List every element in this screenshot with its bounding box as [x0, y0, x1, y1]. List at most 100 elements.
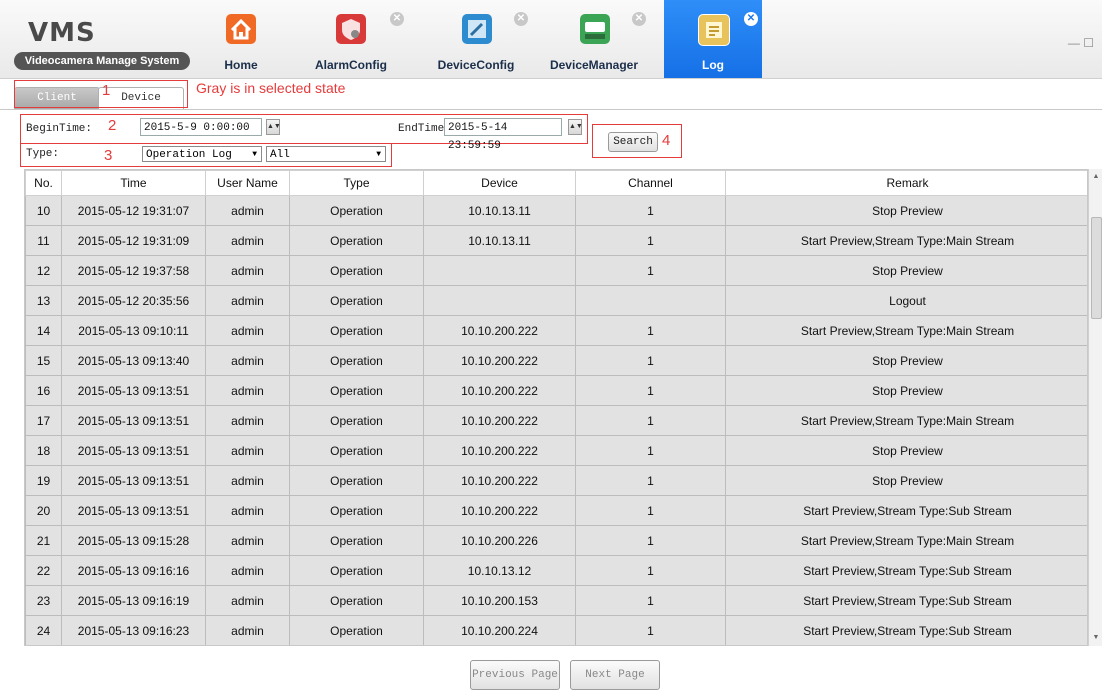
app-logo: VMS Videocamera Manage System	[8, 8, 190, 70]
scroll-down-icon[interactable]: ▼	[1089, 632, 1102, 644]
close-icon[interactable]: ✕	[632, 12, 646, 26]
cell-type: Operation	[289, 315, 424, 346]
cell-type: Operation	[289, 615, 424, 645]
cell-device: 10.10.200.224	[423, 615, 576, 645]
cell-user-name: admin	[205, 255, 290, 286]
cell-channel: 1	[575, 435, 726, 466]
cell-time: 2015-05-13 09:10:11	[61, 315, 206, 346]
column-header-user-name[interactable]: User Name	[205, 170, 290, 196]
log-icon	[698, 14, 730, 46]
tab-alarmconfig[interactable]: ✕ AlarmConfig	[296, 0, 406, 78]
tab-devicemanager[interactable]: ✕ DeviceManager	[536, 0, 652, 78]
tab-log[interactable]: ✕ Log	[664, 0, 762, 78]
maximize-icon[interactable]: ☐	[1083, 36, 1094, 50]
sub-type-select[interactable]: All ▼	[266, 146, 386, 162]
cell-no: 18	[25, 435, 62, 466]
close-icon[interactable]: ✕	[390, 12, 404, 26]
column-header-type[interactable]: Type	[289, 170, 424, 196]
cell-remark: Start Preview,Stream Type:Main Stream	[725, 315, 1087, 346]
cell-time: 2015-05-13 09:13:51	[61, 375, 206, 406]
next-page-button[interactable]: Next Page	[570, 660, 660, 690]
alarm-shield-icon	[336, 14, 366, 44]
cell-user-name: admin	[205, 225, 290, 256]
cell-channel: 1	[575, 255, 726, 286]
table-row[interactable]: 20 2015-05-13 09:13:51 admin Operation 10.10…	[25, 495, 1087, 526]
table-row[interactable]: 11 2015-05-12 19:31:09 admin Operation 10.10…	[25, 225, 1087, 256]
cell-user-name: admin	[205, 405, 290, 436]
begin-time-input[interactable]: 2015-5-9 0:00:00	[140, 118, 262, 136]
table-row[interactable]: 24 2015-05-13 09:16:23 admin Operation 10.10…	[25, 615, 1087, 645]
table-row[interactable]: 21 2015-05-13 09:15:28 admin Operation 10.10…	[25, 525, 1087, 556]
scrollbar-thumb[interactable]	[1091, 217, 1102, 319]
type-select[interactable]: Operation Log ▼	[142, 146, 262, 162]
table-row[interactable]: 17 2015-05-13 09:13:51 admin Operation 10.10…	[25, 405, 1087, 436]
column-header-device[interactable]: Device	[423, 170, 576, 196]
tab-deviceconfig[interactable]: ✕ DeviceConfig	[424, 0, 528, 78]
table-row[interactable]: 12 2015-05-12 19:37:58 admin Operation 1 Stop…	[25, 255, 1087, 286]
column-header-no[interactable]: No.	[25, 170, 62, 196]
tab-label: AlarmConfig	[315, 58, 387, 72]
type-label: Type:	[26, 148, 60, 160]
table-row[interactable]: 18 2015-05-13 09:13:51 admin Operation 10.10…	[25, 435, 1087, 466]
cell-remark: Start Preview,Stream Type:Main Stream	[725, 525, 1087, 556]
table-row[interactable]: 23 2015-05-13 09:16:19 admin Operation 10.10…	[25, 585, 1087, 616]
cell-user-name: admin	[205, 315, 290, 346]
previous-page-button[interactable]: Previous Page	[470, 660, 560, 690]
cell-device: 10.10.13.12	[423, 555, 576, 586]
table-row[interactable]: 10 2015-05-12 19:31:07 admin Operation 10.10…	[25, 195, 1087, 226]
table-scrollbar[interactable]: ▲ ▼	[1088, 169, 1102, 646]
end-time-input[interactable]: 2015-5-14 23:59:59	[444, 118, 562, 152]
table-row[interactable]: 13 2015-05-12 20:35:56 admin Operation Logou…	[25, 285, 1087, 316]
cell-remark: Start Preview,Stream Type:Sub Stream	[725, 555, 1087, 586]
table-row[interactable]: 15 2015-05-13 09:13:40 admin Operation 10.10…	[25, 345, 1087, 376]
annotation-box-1	[14, 80, 188, 108]
column-header-time[interactable]: Time	[61, 170, 206, 196]
cell-user-name: admin	[205, 285, 290, 316]
cell-remark: Stop Preview	[725, 465, 1087, 496]
table-row[interactable]: 22 2015-05-13 09:16:16 admin Operation 10.10…	[25, 555, 1087, 586]
log-table: No. Time User Name Type Device Channel R…	[25, 170, 1087, 645]
cell-type: Operation	[289, 345, 424, 376]
column-header-channel[interactable]: Channel	[575, 170, 726, 196]
cell-no: 20	[25, 495, 62, 526]
begin-time-spinner[interactable]: ▲▼	[266, 119, 281, 135]
end-time-label: EndTime:	[398, 123, 451, 135]
minimize-icon[interactable]: —	[1068, 36, 1080, 50]
cell-device: 10.10.200.222	[423, 405, 576, 436]
cell-no: 11	[25, 225, 62, 256]
cell-type: Operation	[289, 225, 424, 256]
table-row[interactable]: 19 2015-05-13 09:13:51 admin Operation 10.10…	[25, 465, 1087, 496]
column-header-remark[interactable]: Remark	[725, 170, 1087, 196]
table-row[interactable]: 14 2015-05-13 09:10:11 admin Operation 10.10…	[25, 315, 1087, 346]
log-table-container: No. Time User Name Type Device Channel R…	[24, 169, 1088, 646]
end-time-spinner[interactable]: ▲▼	[568, 119, 583, 135]
cell-remark: Start Preview,Stream Type:Sub Stream	[725, 615, 1087, 645]
cell-time: 2015-05-13 09:16:16	[61, 555, 206, 586]
cell-no: 14	[25, 315, 62, 346]
cell-device	[423, 255, 576, 286]
cell-channel: 1	[575, 225, 726, 256]
cell-remark: Start Preview,Stream Type:Sub Stream	[725, 495, 1087, 526]
cell-time: 2015-05-13 09:13:51	[61, 495, 206, 526]
cell-device: 10.10.13.11	[423, 225, 576, 256]
cell-remark: Stop Preview	[725, 435, 1087, 466]
cell-no: 21	[25, 525, 62, 556]
cell-channel: 1	[575, 375, 726, 406]
cell-remark: Stop Preview	[725, 345, 1087, 376]
search-button[interactable]: Search	[608, 132, 658, 152]
cell-no: 22	[25, 555, 62, 586]
cell-remark: Stop Preview	[725, 195, 1087, 226]
cell-device: 10.10.200.153	[423, 585, 576, 616]
close-icon[interactable]: ✕	[514, 12, 528, 26]
log-table-body: 10 2015-05-12 19:31:07 admin Operation 10.10…	[25, 195, 1087, 645]
table-row[interactable]: 16 2015-05-13 09:13:51 admin Operation 10.10…	[25, 375, 1087, 406]
cell-channel: 1	[575, 315, 726, 346]
app-subtitle: Videocamera Manage System	[14, 52, 190, 70]
tab-home[interactable]: Home	[196, 0, 286, 78]
cell-remark: Start Preview,Stream Type:Sub Stream	[725, 585, 1087, 616]
cell-type: Operation	[289, 405, 424, 436]
annotation-number-1: 1	[102, 82, 111, 99]
close-icon[interactable]: ✕	[744, 12, 758, 26]
window-controls[interactable]: — ☐	[1068, 36, 1094, 50]
scroll-up-icon[interactable]: ▲	[1089, 171, 1102, 183]
